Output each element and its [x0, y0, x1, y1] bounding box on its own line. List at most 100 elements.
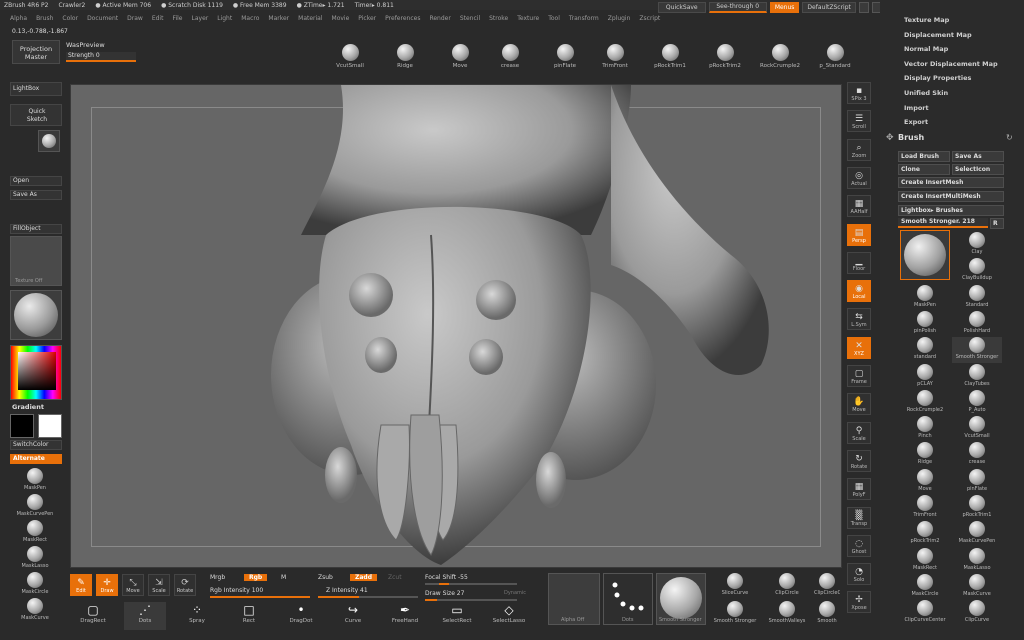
menu-layer[interactable]: Layer	[192, 15, 209, 22]
menu-document[interactable]: Document	[87, 15, 118, 22]
tray-brush-smooth-stronger[interactable]: Smooth Stronger	[952, 337, 1002, 364]
move-button[interactable]: ⤡ Move	[122, 574, 144, 596]
shelf-brush-crease[interactable]: crease	[485, 40, 535, 76]
create-insertmultimesh-button[interactable]: Create InsertMultiMesh	[898, 191, 1004, 202]
left-brush-maskrect[interactable]: MaskRect	[12, 520, 58, 546]
tray-brush-maskcircle[interactable]: MaskCircle	[900, 573, 950, 600]
tray-vector-displacement-map[interactable]: Vector Displacement Map	[904, 60, 998, 68]
menu-movie[interactable]: Movie	[332, 15, 350, 22]
tray-export[interactable]: Export	[904, 118, 928, 126]
fillobject-button[interactable]: FillObject	[10, 224, 62, 234]
slicecurve-brush[interactable]: SliceCurve	[710, 573, 760, 599]
shelf-brush-procktrim1[interactable]: pRockTrim1	[645, 40, 695, 76]
dynamic-button[interactable]: Dynamic	[504, 590, 526, 596]
rgb-intensity-slider[interactable]	[210, 596, 310, 598]
menu-tool[interactable]: Tool	[548, 15, 560, 22]
tray-brush-pclay[interactable]: pCLAY	[900, 363, 950, 390]
shelf-brush-rockcrumple2[interactable]: RockCrumple2	[755, 40, 805, 76]
stroke-selectrect[interactable]: ▭ SelectRect	[436, 602, 478, 630]
draw-size-slider[interactable]	[425, 599, 517, 601]
create-insertmesh-button[interactable]: Create InsertMesh	[898, 177, 1004, 188]
clone-button[interactable]: Clone	[898, 164, 950, 175]
right-xyz-button[interactable]: ✕ XYZ	[847, 336, 871, 359]
tray-brush-rockcrumple2[interactable]: RockCrumple2	[900, 389, 950, 416]
tray-brush-standard[interactable]: Standard	[952, 284, 1002, 311]
default-zscript-button[interactable]: DefaultZScript	[802, 1, 856, 13]
clipcircle-brush[interactable]: ClipCircle	[762, 573, 812, 599]
left-brush-maskpen[interactable]: MaskPen	[12, 468, 58, 494]
zcut-button[interactable]: Zcut	[388, 574, 402, 581]
menu-alpha[interactable]: Alpha	[10, 15, 27, 22]
right-l-sym-button[interactable]: ⇆ L.Sym	[847, 308, 871, 331]
mrgb-button[interactable]: Mrgb	[210, 574, 225, 581]
material-slot[interactable]	[10, 290, 62, 340]
stroke-spray[interactable]: ⁘ Spray	[176, 602, 218, 630]
right-floor-button[interactable]: ▁ Floor	[847, 251, 871, 274]
tray-brush-trimfront[interactable]: TrimFront	[900, 495, 950, 521]
quicksave-button[interactable]: QuickSave	[658, 1, 706, 13]
menu-brush[interactable]: Brush	[36, 15, 53, 22]
shelf-brush-ridge[interactable]: Ridge	[380, 40, 430, 76]
tray-brush-move[interactable]: Move	[900, 468, 950, 495]
right-ghost-button[interactable]: ◌ Ghost	[847, 534, 871, 557]
shelf-brush-move[interactable]: Move	[435, 40, 485, 76]
selecticon-button[interactable]: SelectIcon	[952, 164, 1004, 175]
shelf-brush-vcutsmall[interactable]: VcutSmall	[325, 40, 375, 76]
menu-zplugin[interactable]: Zplugin	[608, 15, 631, 22]
stroke-slot[interactable]: Dots	[603, 573, 653, 625]
current-brush-slider[interactable]: Smooth Stronger. 218	[898, 218, 988, 228]
stroke-dots[interactable]: ⋰ Dots	[124, 602, 166, 630]
shelf-brush-trimfront[interactable]: TrimFront	[590, 40, 640, 76]
menu-stencil[interactable]: Stencil	[460, 15, 480, 22]
rgb-button[interactable]: Rgb	[244, 574, 268, 581]
tray-brush-maskcurve[interactable]: MaskCurve	[952, 573, 1002, 600]
right-scroll-button[interactable]: ☰ Scroll	[847, 110, 871, 133]
right-local-button[interactable]: ◉ Local	[847, 280, 871, 303]
alpha-slot[interactable]: Alpha Off	[548, 573, 600, 625]
tray-brush-maskrect[interactable]: MaskRect	[900, 547, 950, 574]
right-aahalf-button[interactable]: ▦ AAHalf	[847, 195, 871, 218]
focal-shift-slider[interactable]	[425, 583, 517, 585]
left-brush-maskcurve[interactable]: MaskCurve	[12, 598, 58, 624]
zsub-button[interactable]: Zsub	[318, 574, 333, 581]
right-polyf-button[interactable]: ▦ PolyF	[847, 478, 871, 501]
right-solo-button[interactable]: ◔ Solo	[847, 563, 871, 586]
tray-brush-polishhard[interactable]: PolishHard	[952, 310, 1002, 337]
menus-button[interactable]: Menus	[769, 1, 800, 13]
right-zoom-button[interactable]: ⌕ Zoom	[847, 138, 871, 161]
stroke-rect[interactable]: □ Rect	[228, 602, 270, 630]
tray-displacement-map[interactable]: Displacement Map	[904, 31, 972, 39]
menu-preferences[interactable]: Preferences	[385, 15, 420, 22]
sculpt-model[interactable]	[71, 85, 842, 568]
stroke-freehand[interactable]: ✒ FreeHand	[384, 602, 426, 630]
quick-sketch-button[interactable]: Quick Sketch	[10, 104, 62, 126]
clipcirclecenter-brush[interactable]: ClipCircleC	[814, 573, 840, 599]
menu-picker[interactable]: Picker	[358, 15, 376, 22]
tray-brush-standard[interactable]: standard	[900, 337, 950, 363]
zadd-button[interactable]: Zadd	[350, 574, 377, 581]
right-persp-button[interactable]: ▤ Persp	[847, 223, 871, 246]
right-scale-button[interactable]: ⚲ Scale	[847, 421, 871, 444]
draw-button[interactable]: ✛ Draw	[96, 574, 118, 596]
right-rotate-button[interactable]: ↻ Rotate	[847, 449, 871, 472]
shelf-brush-procktrim2[interactable]: pRockTrim2	[700, 40, 750, 76]
scale-button[interactable]: ⇲ Scale	[148, 574, 170, 596]
smoothvalleys-brush[interactable]: SmoothValleys	[762, 601, 812, 627]
tray-brush-maskcurvepen[interactable]: MaskCurvePen	[952, 521, 1002, 547]
tray-brush-procktrim2[interactable]: pRockTrim2	[900, 521, 950, 547]
stroke-dragrect[interactable]: ▢ DragRect	[72, 602, 114, 630]
color-picker[interactable]	[10, 345, 62, 400]
m-button[interactable]: M	[281, 574, 286, 581]
tray-unified-skin[interactable]: Unified Skin	[904, 89, 948, 97]
brush-r-button[interactable]: R	[990, 218, 1004, 229]
move-handle-icon[interactable]: ✥	[886, 133, 894, 143]
tray-texture-map[interactable]: Texture Map	[904, 16, 949, 24]
menu-render[interactable]: Render	[429, 15, 450, 22]
secondary-color-swatch[interactable]	[10, 414, 34, 438]
z-intensity-slider[interactable]	[318, 596, 418, 598]
tray-normal-map[interactable]: Normal Map	[904, 45, 948, 53]
left-brush-masklasso[interactable]: MaskLasso	[12, 546, 58, 572]
stroke-curve[interactable]: ↪ Curve	[332, 602, 374, 630]
tray-brush-clipcurve[interactable]: ClipCurve	[952, 600, 1002, 626]
tray-brush-vcutsmall[interactable]: VcutSmall	[952, 416, 1002, 442]
